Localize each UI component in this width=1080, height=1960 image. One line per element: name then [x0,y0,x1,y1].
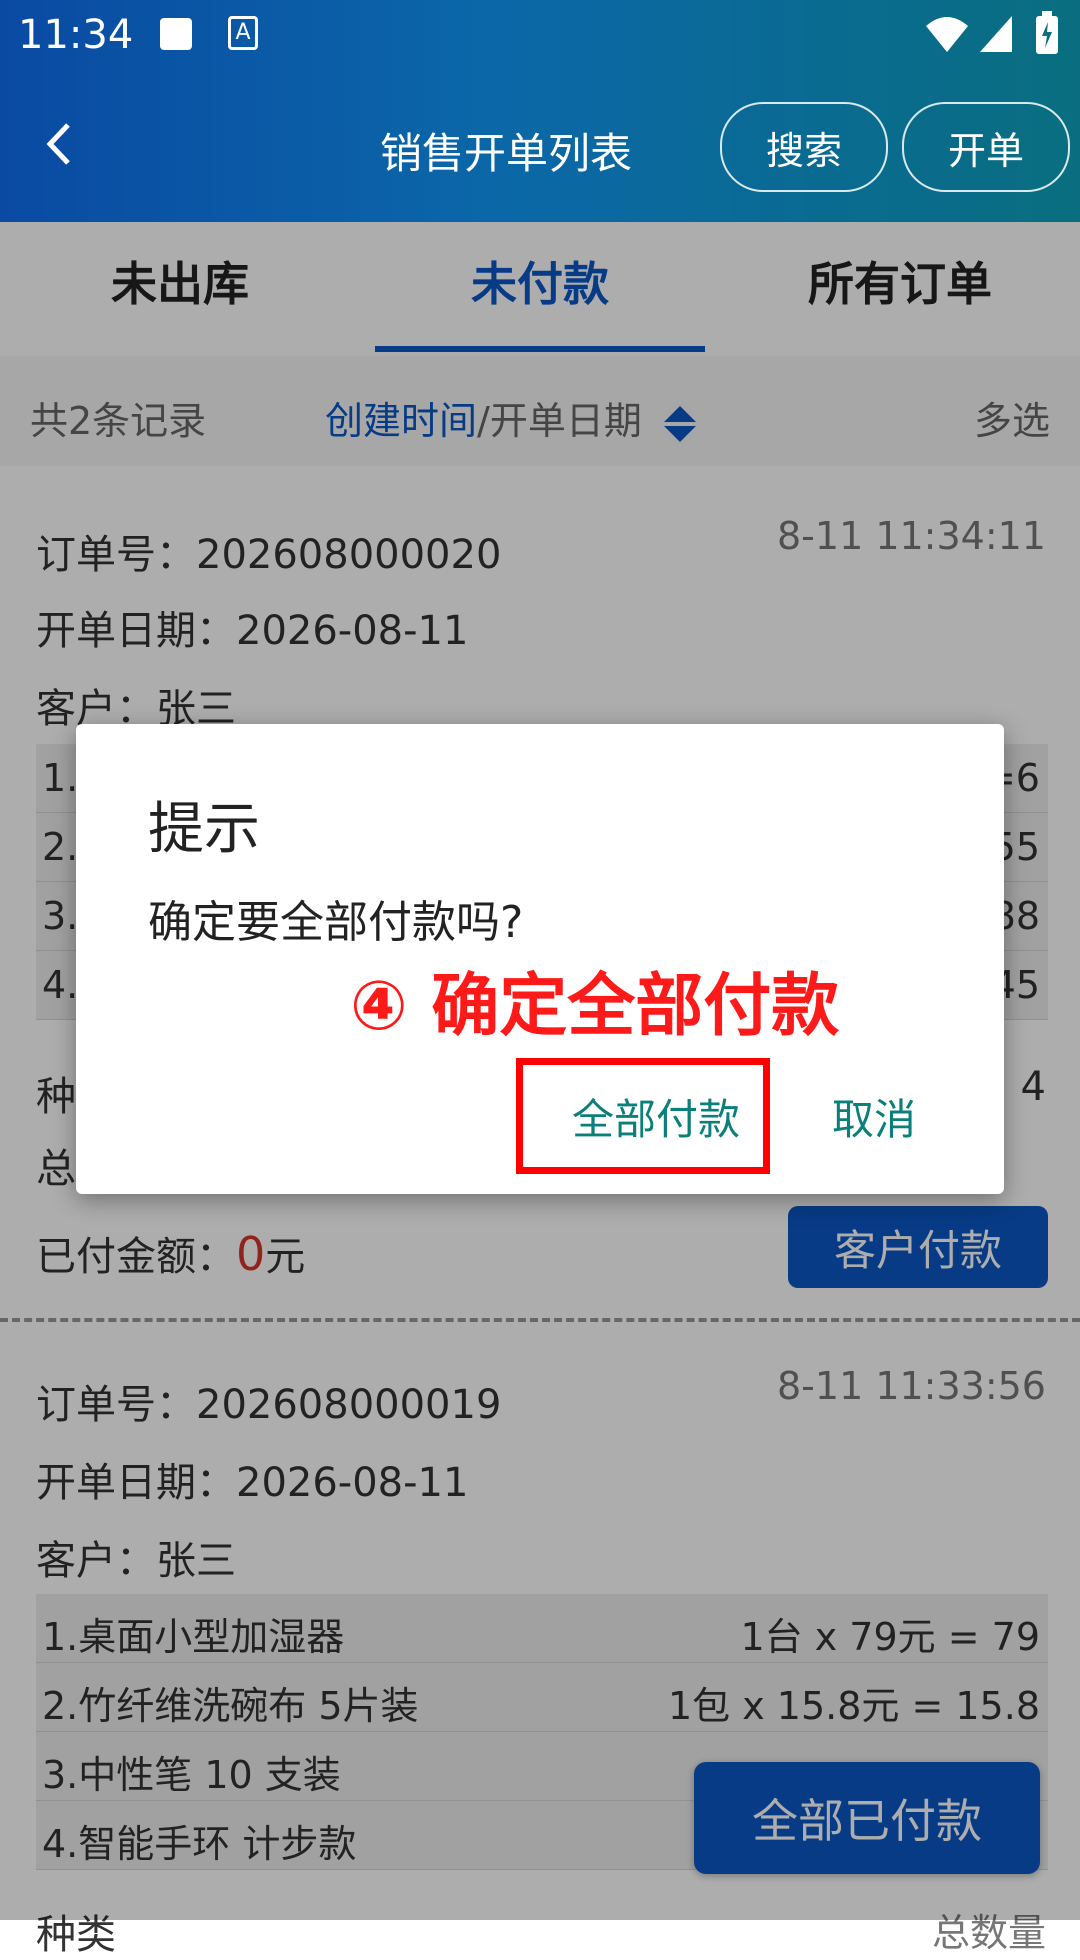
wifi-icon [926,17,968,52]
cancel-button[interactable]: 取消 [832,1086,916,1147]
step-annotation: ④ 确定全部付款 [350,967,840,1046]
dialog-message: 确定要全部付款吗? [148,897,524,948]
title-bar: 销售开单列表 搜索 开单 [0,72,1080,222]
highlight-box [516,1058,770,1174]
battery-icon [1036,11,1058,54]
status-time: 11:34 [18,12,134,58]
status-bar: 11:34 A [0,0,1080,72]
chevron-left-icon [46,123,70,165]
signal-icon [980,16,1012,52]
page-title: 销售开单列表 [380,129,633,178]
search-button[interactable]: 搜索 [720,102,888,192]
image-icon [160,18,192,50]
dialog-title: 提示 [148,797,260,862]
font-icon: A [228,16,258,50]
back-button[interactable] [30,114,90,174]
create-order-button[interactable]: 开单 [902,102,1070,192]
